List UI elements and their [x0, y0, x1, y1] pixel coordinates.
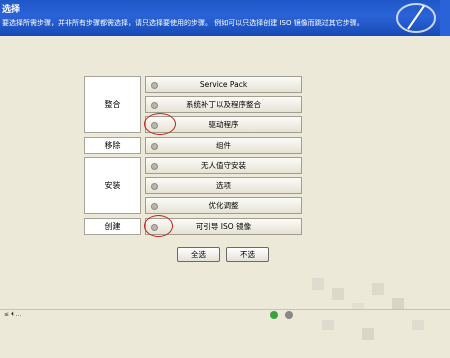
option-options[interactable]: 选项 — [145, 177, 302, 194]
option-label: 组件 — [216, 141, 231, 150]
page-title: 选择 — [2, 5, 21, 15]
option-label: Service Pack — [199, 80, 248, 89]
radio-icon — [151, 203, 158, 210]
option-label: 选项 — [216, 181, 231, 190]
option-tweaks[interactable]: 优化调整 — [145, 197, 302, 214]
option-components[interactable]: 组件 — [145, 137, 302, 154]
status-gray-icon — [285, 311, 293, 319]
group-label-create: 创建 — [84, 218, 141, 235]
option-label: 驱动程序 — [208, 120, 239, 129]
radio-icon — [151, 82, 158, 89]
status-bar: ≤ ⏴ ... — [0, 309, 450, 320]
radio-icon — [151, 183, 158, 190]
app-logo-icon — [396, 3, 436, 33]
status-text: ≤ ⏴ ... — [2, 311, 22, 318]
radio-icon — [151, 143, 158, 150]
status-green-icon — [270, 311, 278, 319]
header-bar: 选择 要选择所需步骤，并非所有步骤都需选择，请只选择要使用的步骤。 例如可以只选… — [0, 0, 450, 36]
select-all-button[interactable]: 全选 — [177, 247, 220, 262]
option-unattended[interactable]: 无人值守安装 — [145, 157, 302, 174]
group-label-integrate: 整合 — [84, 76, 141, 133]
option-drivers[interactable]: 驱动程序 — [145, 116, 302, 133]
group-label-remove: 移除 — [84, 137, 141, 154]
option-hotfix-integration[interactable]: 系统补丁以及程序整合 — [145, 96, 302, 113]
page-subtitle: 要选择所需步骤，并非所有步骤都需选择，请只选择要使用的步骤。 例如可以只选择创建… — [2, 19, 364, 27]
group-label-install: 安装 — [84, 157, 141, 214]
radio-icon — [151, 163, 158, 170]
option-bootable-iso[interactable]: 可引导 ISO 镜像 — [145, 218, 302, 235]
radio-icon — [151, 122, 158, 129]
option-label: 优化调整 — [208, 201, 239, 210]
option-service-pack[interactable]: Service Pack — [145, 76, 302, 93]
option-label: 无人值守安装 — [201, 161, 246, 170]
select-none-button[interactable]: 不选 — [226, 247, 269, 262]
option-label: 可引导 ISO 镜像 — [195, 222, 252, 231]
radio-icon — [151, 224, 158, 231]
option-label: 系统补丁以及程序整合 — [186, 100, 261, 109]
radio-icon — [151, 102, 158, 109]
header-edge — [440, 0, 450, 36]
selection-panel: 整合 移除 安装 创建 Service Pack 系统补丁以及程序整合 驱动程序… — [0, 36, 450, 340]
